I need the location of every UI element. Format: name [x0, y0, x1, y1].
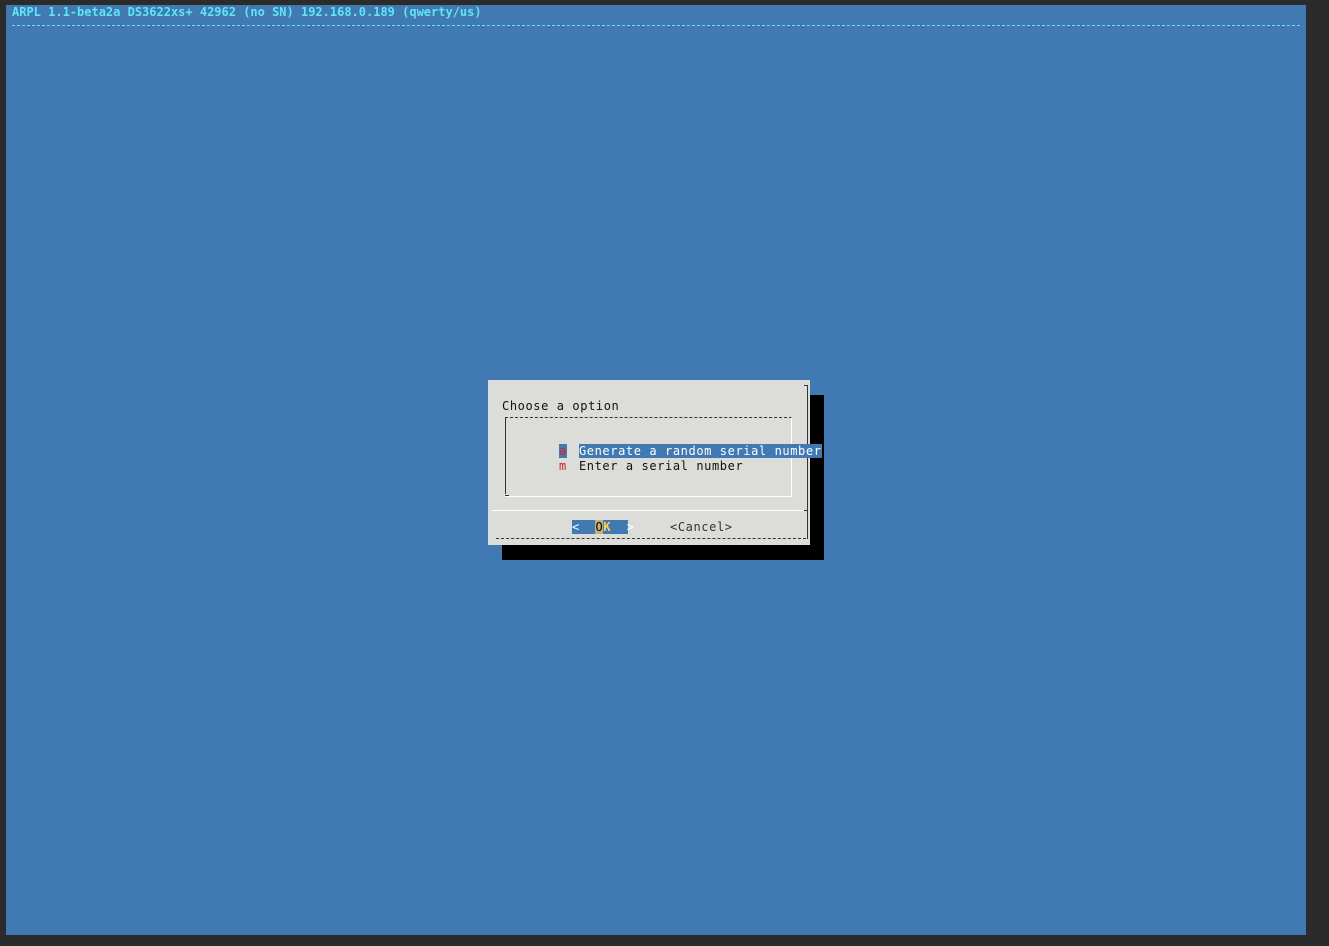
dialog-prompt: Choose a option	[502, 399, 620, 413]
button-separator-cap	[804, 510, 808, 511]
ok-button-right-bracket: >	[611, 520, 635, 534]
cancel-button[interactable]: <Cancel>	[670, 520, 733, 534]
menu-item-label: Enter a serial number	[578, 459, 744, 473]
ok-button-left-bracket: <	[572, 520, 596, 534]
dialog-frame-corner	[804, 385, 808, 386]
menu-dialog: Choose a option a Generate a random seria…	[488, 380, 822, 545]
menu-item-tag: m	[559, 459, 567, 473]
backtitle-rule	[12, 25, 1300, 26]
ok-button[interactable]: < OK >	[572, 520, 634, 534]
ok-button-hotkey: K	[603, 520, 612, 534]
menu-item-enter-serial[interactable]: m Enter a serial number	[512, 445, 743, 473]
menu-list-edge	[505, 418, 510, 494]
backtitle: ARPL 1.1-beta2a DS3622xs+ 42962 (no SN) …	[12, 5, 482, 19]
dialog-bottom-rule	[496, 538, 806, 539]
menu-list-edge-cap	[505, 495, 509, 496]
terminal-screen: ARPL 1.1-beta2a DS3622xs+ 42962 (no SN) …	[6, 5, 1306, 935]
button-separator	[492, 510, 808, 511]
menu-item-generate-serial[interactable]: a Generate a random serial number	[512, 430, 822, 458]
